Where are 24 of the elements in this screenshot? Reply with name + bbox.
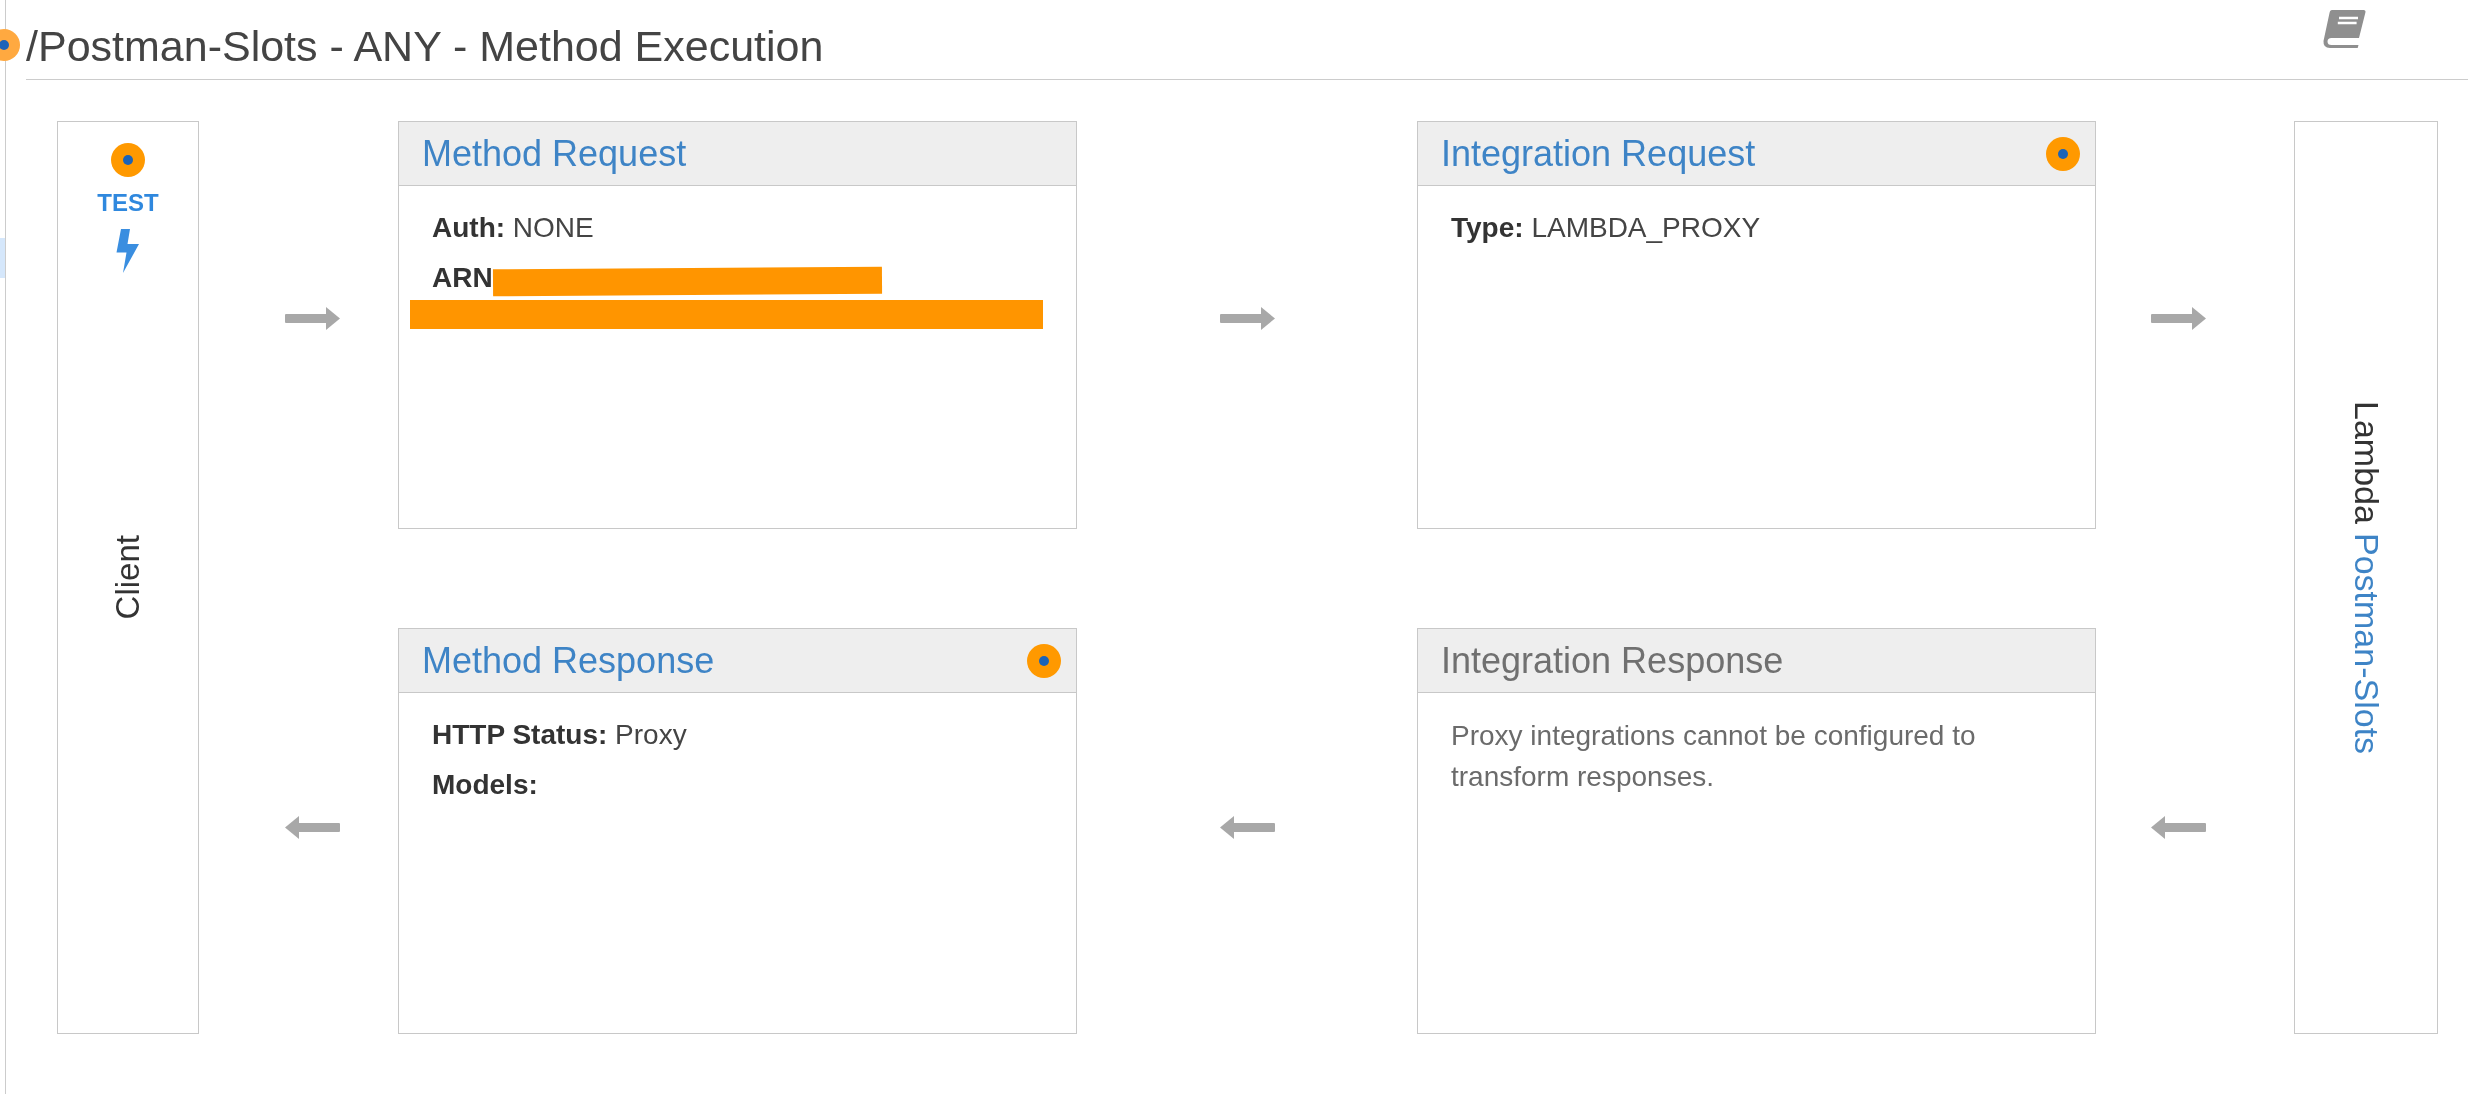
lambda-label: Lambda	[2346, 401, 2387, 524]
field-label: Models:	[432, 768, 539, 802]
function-link[interactable]: Postman-Slots	[2340, 532, 2392, 754]
book-icon[interactable]	[2322, 10, 2366, 48]
page-title: /Postman-Slots - ANY - Method Execution	[26, 21, 824, 71]
note-text: Proxy integrations cannot be configured to transform responses.	[1451, 719, 1977, 794]
lightning-icon	[116, 229, 140, 273]
card-title[interactable]: Method Response	[422, 638, 715, 683]
highlight-strip	[0, 238, 5, 278]
field-text: Type: LAMBDA_PROXY	[1451, 211, 1762, 245]
field-text: HTTP Status: Proxy	[432, 718, 688, 752]
arrow-left-icon	[1219, 815, 1275, 839]
arrow-right-icon	[2150, 306, 2206, 330]
arrow-right-icon	[1219, 306, 1275, 330]
client-label: Client	[108, 535, 148, 620]
card-title: Integration Response	[1441, 638, 1784, 683]
field-label: ARN	[432, 261, 493, 295]
arrow-right-icon	[285, 306, 340, 330]
arrow-left-icon	[285, 815, 340, 839]
test-link[interactable]: TEST	[97, 189, 159, 273]
card-title[interactable]: Integration Request	[1441, 131, 1756, 176]
field-text: Auth: NONE	[432, 211, 595, 245]
arrow-left-icon	[2150, 815, 2206, 839]
card-title[interactable]: Method Request	[422, 131, 687, 176]
